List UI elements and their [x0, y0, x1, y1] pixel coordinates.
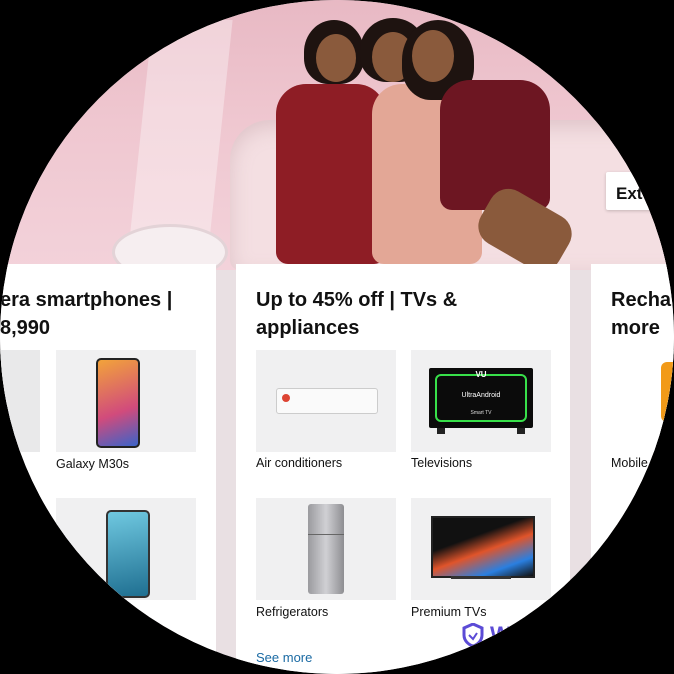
card-tvs-appliances[interactable]: Up to 45% off | TVs & appliances Air con… [236, 264, 570, 674]
mobile-recharge-image[interactable] [611, 350, 674, 452]
shield-icon [462, 623, 484, 647]
tile-label[interactable]: Galaxy M30s [56, 457, 129, 471]
oneplus-phone-image[interactable] [56, 498, 196, 600]
refrigerator-image[interactable] [256, 498, 396, 600]
television-image[interactable]: VU UltraAndroid Smart TV [411, 350, 551, 452]
see-more-link[interactable]: See more [256, 650, 312, 665]
watermark: Watermarkly [462, 622, 621, 648]
tile-label[interactable]: Refrigerators [256, 605, 328, 619]
tile-label[interactable]: Televisions [411, 456, 472, 470]
tile-label[interactable]: Air conditioners [256, 456, 342, 470]
tile-label[interactable]: Premium TVs [411, 605, 486, 619]
card-title: Up to 45% off | TVs & appliances [256, 289, 458, 339]
hero-banner[interactable]: Ext [0, 0, 674, 280]
screenshot-viewport: Ext era smartphones | 8,990 Galaxy M30s … [0, 0, 674, 674]
premium-tv-image[interactable] [411, 498, 551, 600]
air-conditioner-image[interactable] [256, 350, 396, 452]
tv-sub-text: Smart TV [470, 410, 492, 416]
product-image[interactable] [0, 350, 40, 452]
tv-screen-text: UltraAndroid [461, 392, 501, 399]
card-recharge[interactable]: Recha more Mobile [591, 264, 674, 674]
galaxy-m30s-image[interactable] [56, 350, 196, 452]
card-title: Recha more [611, 289, 672, 339]
hero-cta-button[interactable]: Ext [606, 172, 674, 210]
tv-brand-text: VU [475, 370, 487, 379]
watermark-text: Watermarkly [490, 622, 622, 647]
tile-label[interactable]: Mobile [611, 456, 648, 470]
card-smartphones[interactable]: era smartphones | 8,990 Galaxy M30s [0, 264, 216, 674]
card-title: era smartphones | 8,990 [0, 289, 173, 339]
